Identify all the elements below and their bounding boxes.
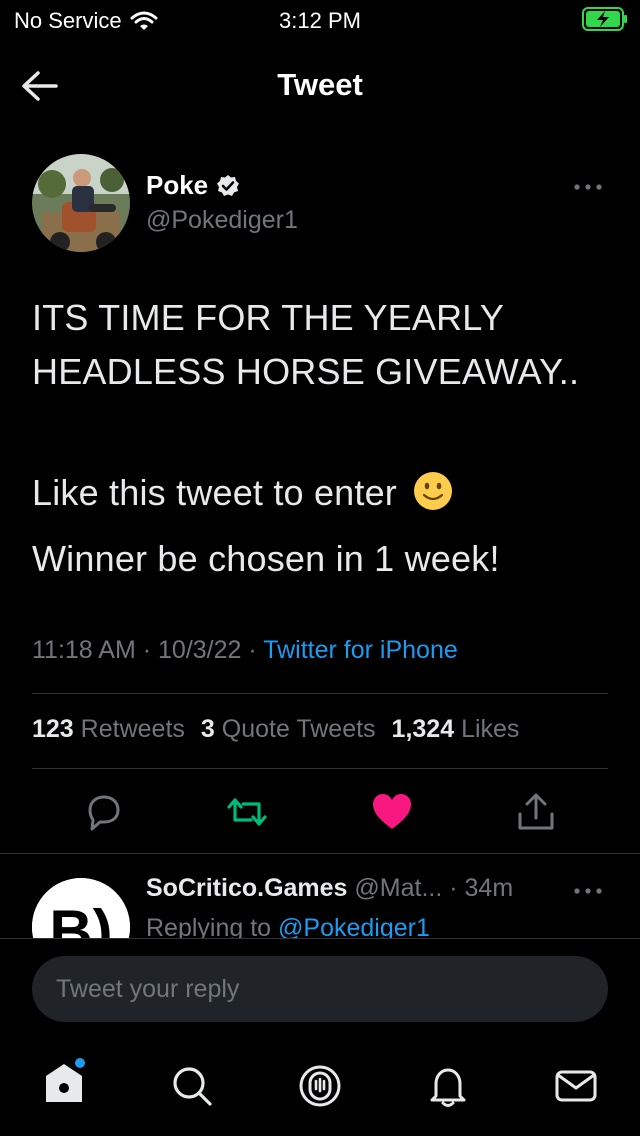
reply-header: SoCritico.Games @Mat... · 34m [146,874,513,903]
quote-tweets-label: Quote Tweets [221,715,376,743]
more-options-icon[interactable] [572,182,604,192]
tweet-text-line-2: Like this tweet to enter [32,466,612,520]
share-icon[interactable] [514,790,558,834]
tweet-text-line-2-text: Like this tweet to enter [32,472,397,513]
divider [32,693,608,694]
divider [32,768,608,769]
likes-count: 1,324 [391,715,455,743]
tweet-source-link[interactable]: Twitter for iPhone [263,636,458,664]
likes-stat[interactable]: 1,324 Likes [392,715,520,744]
author-name[interactable]: Poke [146,170,240,201]
more-options-icon[interactable] [572,886,604,896]
author-handle[interactable]: @Pokediger1 [146,206,298,235]
reply-input[interactable] [32,956,608,1022]
retweets-stat[interactable]: 123 Retweets [32,715,185,744]
author-name-text[interactable]: Poke [146,170,208,201]
tab-bar [0,1058,640,1118]
tweet-text-line-3: Winner be chosen in 1 week! [32,538,500,579]
home-icon[interactable] [40,1058,88,1106]
messages-icon[interactable] [552,1062,600,1110]
tweet-time: 11:18 AM [32,636,136,664]
status-time: 3:12 PM [279,8,361,33]
status-bar: No Service 3:12 PM [0,0,640,40]
verified-badge-icon [217,174,240,196]
tweet-meta: 11:18 AM · 10/3/22 · Twitter for iPhone [32,636,458,665]
tweet-actions [0,786,640,838]
reply-icon[interactable] [82,790,126,834]
tweet-date: 10/3/22 [158,636,242,664]
tweet-text-line-1: ITS TIME FOR THE YEARLY HEADLESS HORSE G… [32,297,580,392]
likes-label: Likes [461,715,520,743]
section-divider [0,853,640,854]
spaces-icon[interactable] [296,1062,344,1110]
meta-separator: · [142,636,159,664]
author-avatar[interactable] [32,154,130,252]
tweet-stats: 123 Retweets 3 Quote Tweets 1,324 Likes [32,715,519,744]
page-title: Tweet [277,67,363,102]
reply-author-name[interactable]: SoCritico.Games [146,874,347,902]
retweet-icon[interactable] [225,790,269,834]
search-icon[interactable] [168,1062,216,1110]
meta-separator: · [449,874,458,902]
nav-bar: Tweet [0,50,640,120]
battery-charging-icon [582,7,627,31]
like-icon[interactable] [370,790,414,834]
notifications-icon[interactable] [424,1062,472,1110]
retweets-label: Retweets [80,715,185,743]
meta-separator: · [248,636,264,664]
reply-age: 34m [464,874,514,902]
quote-tweets-stat[interactable]: 3 Quote Tweets [201,715,376,744]
retweets-count: 123 [32,715,74,743]
reply-author-handle[interactable]: @Mat... [354,874,442,902]
slightly-smiling-face-icon [414,472,453,510]
quote-tweets-count: 3 [200,715,215,743]
